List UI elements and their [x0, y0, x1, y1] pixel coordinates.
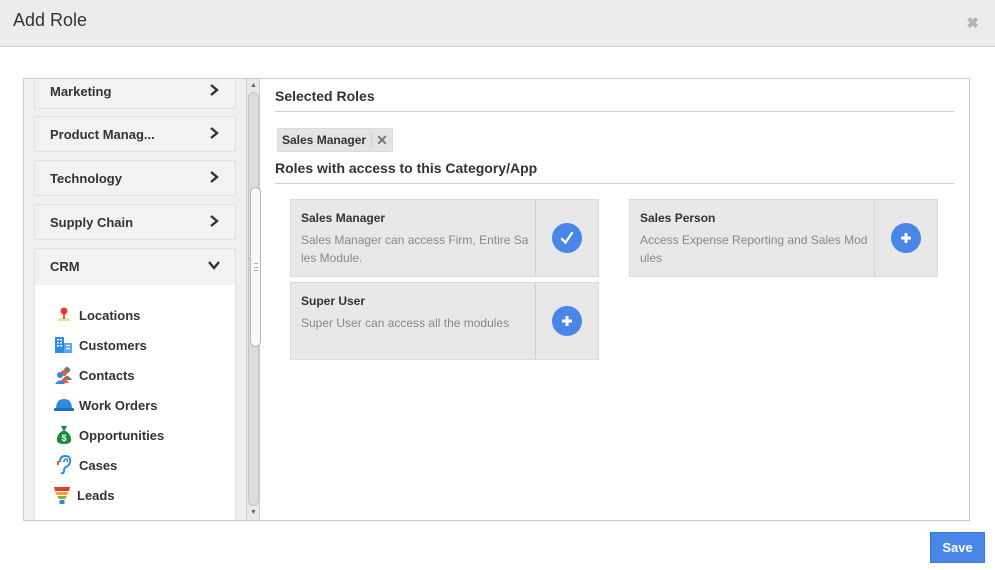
close-icon[interactable]: ✖	[966, 14, 979, 32]
tag-label: Sales Manager	[282, 132, 373, 148]
category-supply-chain[interactable]: Supply Chain	[34, 204, 236, 240]
app-item-contacts[interactable]: Contacts	[53, 365, 135, 385]
hard-hat-icon	[53, 395, 75, 415]
modal-header: Add Role ✖	[0, 0, 995, 47]
category-crm[interactable]: CRM	[34, 248, 236, 286]
role-card-sales-person: Sales Person Access Expense Reporting an…	[629, 199, 938, 277]
content-box: Marketing Product Manag... Technology Su…	[23, 78, 970, 521]
app-item-cases[interactable]: Cases	[53, 455, 117, 475]
building-icon	[53, 335, 75, 355]
chevron-down-icon	[208, 261, 220, 270]
app-item-work-orders[interactable]: Work Orders	[53, 395, 158, 415]
divider	[275, 111, 954, 112]
role-info: Super User Super User can access all the…	[291, 283, 536, 359]
app-item-opportunities[interactable]: $ Opportunities	[53, 425, 164, 445]
check-icon[interactable]	[552, 223, 582, 253]
app-item-leads[interactable]: Leads	[51, 485, 115, 505]
selected-roles-title: Selected Roles	[275, 88, 375, 104]
partial-app-icon	[55, 517, 73, 520]
category-marketing[interactable]: Marketing	[34, 79, 236, 109]
category-sidebar: Marketing Product Manag... Technology Su…	[24, 79, 258, 520]
plus-icon[interactable]	[891, 223, 921, 253]
role-card-super-user: Super User Super User can access all the…	[290, 282, 599, 360]
category-label: Technology	[50, 171, 122, 186]
selected-role-tag: Sales Manager ✕	[277, 128, 394, 152]
svg-text:$: $	[61, 433, 66, 443]
crm-app-list: Locations Customers Contacts Work Orders	[34, 285, 236, 520]
app-label: Cases	[79, 457, 118, 473]
app-label: Contacts	[79, 367, 135, 383]
category-product-management[interactable]: Product Manag...	[34, 116, 236, 152]
plus-icon[interactable]	[552, 306, 582, 336]
app-label: Customers	[79, 337, 147, 353]
category-technology[interactable]: Technology	[34, 160, 236, 196]
scroll-track[interactable]	[248, 92, 261, 506]
roles-panel: Selected Roles Sales Manager ✕ Roles wit…	[275, 79, 955, 520]
remove-icon[interactable]: ✕	[372, 132, 392, 149]
modal-title: Add Role	[13, 10, 88, 30]
category-label: CRM	[50, 259, 80, 274]
chevron-right-icon	[210, 84, 219, 96]
role-description: Super User can access all the modules	[301, 316, 510, 330]
app-item-locations[interactable]: Locations	[53, 305, 140, 325]
category-label: Product Manag...	[50, 127, 155, 142]
scroll-up-arrow[interactable]: ▲	[248, 80, 259, 92]
category-label: Marketing	[50, 84, 112, 99]
role-name: Super User	[301, 294, 366, 308]
sidebar-scrollbar[interactable]: ▲ ▼	[246, 79, 261, 520]
role-info: Sales Person Access Expense Reporting an…	[630, 200, 875, 276]
app-item-customers[interactable]: Customers	[53, 335, 147, 355]
role-name: Sales Manager	[301, 211, 386, 225]
app-label: Locations	[79, 307, 141, 323]
category-label: Supply Chain	[50, 215, 134, 230]
divider	[275, 183, 954, 184]
map-pin-icon	[53, 305, 75, 325]
people-icon	[53, 365, 75, 385]
chevron-right-icon	[210, 171, 219, 183]
chevron-right-icon	[210, 215, 219, 227]
role-name: Sales Person	[640, 211, 716, 225]
role-info: Sales Manager Sales Manager can access F…	[291, 200, 536, 276]
scroll-grip-icon	[254, 263, 258, 271]
role-card-sales-manager: Sales Manager Sales Manager can access F…	[290, 199, 599, 277]
chevron-right-icon	[210, 127, 219, 139]
app-label: Work Orders	[79, 397, 158, 413]
funnel-icon	[51, 485, 73, 505]
app-label: Leads	[77, 487, 115, 503]
scroll-thumb[interactable]	[250, 187, 261, 347]
save-button[interactable]: Save	[930, 532, 985, 563]
money-bag-icon: $	[53, 425, 75, 445]
role-description: Access Expense Reporting and Sales Modul…	[640, 233, 868, 265]
ear-icon	[53, 455, 75, 475]
roles-access-title: Roles with access to this Category/App	[275, 160, 538, 176]
scroll-down-arrow[interactable]: ▼	[248, 507, 259, 519]
app-label: Opportunities	[79, 427, 165, 443]
role-description: Sales Manager can access Firm, Entire Sa…	[301, 233, 529, 265]
